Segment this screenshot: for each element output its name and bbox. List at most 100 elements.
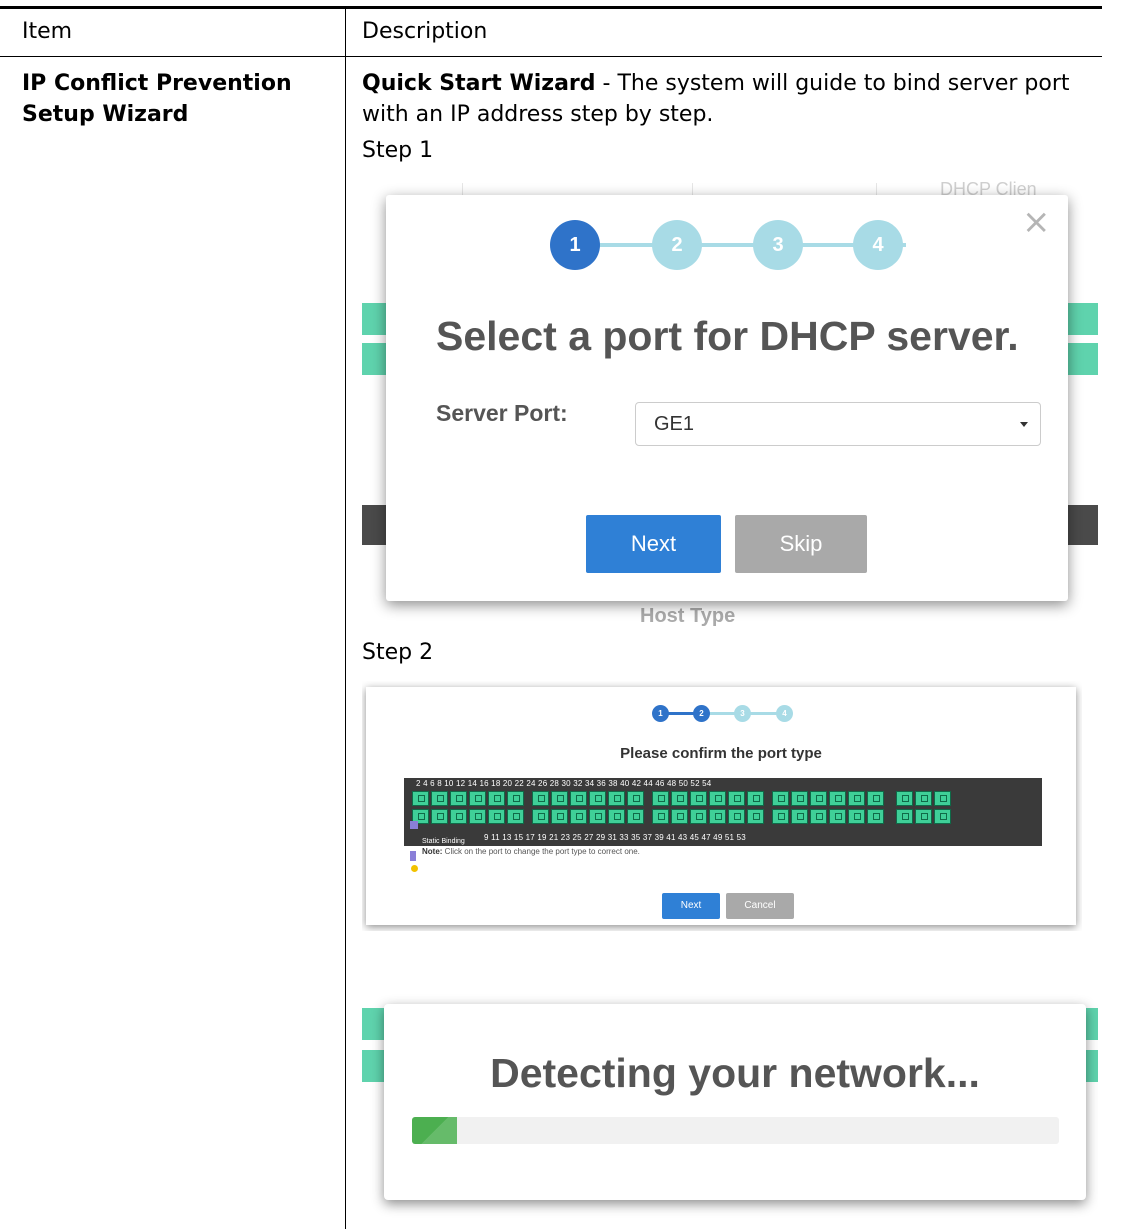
step-1-indicator: 1: [550, 220, 600, 270]
port[interactable]: [829, 791, 846, 806]
port[interactable]: [728, 791, 745, 806]
port[interactable]: [450, 809, 467, 824]
port-group: [412, 791, 528, 825]
port-group: [652, 791, 768, 825]
port[interactable]: [791, 791, 808, 806]
port[interactable]: [488, 791, 505, 806]
port[interactable]: [848, 809, 865, 824]
port[interactable]: [867, 809, 884, 824]
step-1-indicator: 1: [652, 705, 669, 722]
port[interactable]: [469, 791, 486, 806]
port[interactable]: [608, 809, 625, 824]
port[interactable]: [934, 809, 951, 824]
port[interactable]: [772, 791, 789, 806]
close-icon[interactable]: ×: [1022, 205, 1051, 239]
next-button[interactable]: Next: [586, 515, 721, 573]
legend-static-binding: Static Binding: [422, 838, 465, 845]
step1-label: Step 1: [362, 138, 434, 163]
step-4-indicator: 4: [776, 705, 793, 722]
detecting-screenshot: Detecting your network...: [362, 978, 1098, 1226]
port[interactable]: [747, 791, 764, 806]
port[interactable]: [791, 809, 808, 824]
port-group: [896, 791, 954, 825]
port[interactable]: [652, 809, 669, 824]
bg-port: [1068, 343, 1098, 375]
server-port-select[interactable]: GE1: [635, 402, 1041, 446]
port[interactable]: [690, 809, 707, 824]
port[interactable]: [690, 791, 707, 806]
port[interactable]: [915, 809, 932, 824]
server-port-value: GE1: [654, 413, 695, 435]
port[interactable]: [570, 791, 587, 806]
port[interactable]: [627, 791, 644, 806]
port[interactable]: [532, 791, 549, 806]
chevron-down-icon: [1020, 422, 1028, 427]
detecting-network-modal: Detecting your network...: [384, 1004, 1086, 1200]
port[interactable]: [867, 791, 884, 806]
step2-label: Step 2: [362, 640, 434, 665]
select-port-modal: × 1 2 3 4 Select a port for DHCP server.…: [386, 195, 1068, 601]
port[interactable]: [772, 809, 789, 824]
port[interactable]: [551, 791, 568, 806]
confirm-port-type-modal: 1 2 3 4 Please confirm the port type 2 4…: [366, 687, 1076, 925]
port[interactable]: [450, 791, 467, 806]
port[interactable]: [671, 791, 688, 806]
table-top-rule: [0, 6, 1102, 9]
bg-port: [1068, 303, 1098, 335]
port[interactable]: [709, 809, 726, 824]
legend-color-swatch: [410, 821, 418, 829]
port[interactable]: [507, 809, 524, 824]
port[interactable]: [671, 809, 688, 824]
cancel-button[interactable]: Cancel: [726, 893, 794, 919]
port-type-note: Note: Click on the port to change the po…: [422, 847, 640, 856]
step2-screenshot: 1 2 3 4 Please confirm the port type 2 4…: [362, 681, 1082, 931]
port[interactable]: [652, 791, 669, 806]
step1-screenshot: DHCP Clien Host Type × 1 2 3 4 Select a …: [362, 175, 1098, 631]
legend-color-swatch: [410, 851, 416, 861]
port[interactable]: [728, 809, 745, 824]
port[interactable]: [608, 791, 625, 806]
next-button[interactable]: Next: [662, 893, 720, 919]
bg-port: [362, 1050, 386, 1082]
table-header-rule: [0, 56, 1102, 57]
port-group: [532, 791, 648, 825]
port[interactable]: [589, 791, 606, 806]
port[interactable]: [896, 809, 913, 824]
port[interactable]: [848, 791, 865, 806]
bg-port: [362, 1008, 386, 1040]
bottom-port-numbers: 9 11 13 15 17 19 21 23 25 27 29 31 33 35…: [484, 833, 746, 842]
port[interactable]: [589, 809, 606, 824]
port[interactable]: [915, 791, 932, 806]
port[interactable]: [431, 791, 448, 806]
step-3-indicator: 3: [734, 705, 751, 722]
step-2-indicator: 2: [693, 705, 710, 722]
port[interactable]: [934, 791, 951, 806]
port[interactable]: [469, 809, 486, 824]
port[interactable]: [488, 809, 505, 824]
port[interactable]: [551, 809, 568, 824]
port[interactable]: [412, 791, 429, 806]
step-2-indicator: 2: [652, 220, 702, 270]
port[interactable]: [627, 809, 644, 824]
port[interactable]: [507, 791, 524, 806]
port[interactable]: [570, 809, 587, 824]
port[interactable]: [896, 791, 913, 806]
row-item-name: IP Conflict Prevention Setup Wizard: [22, 71, 292, 127]
top-port-numbers: 2 4 6 8 10 12 14 16 18 20 22 24 26 28 30…: [416, 779, 712, 788]
port[interactable]: [810, 809, 827, 824]
server-port-label: Server Port:: [436, 400, 568, 426]
note-text: Click on the port to change the port typ…: [442, 847, 640, 856]
modal-title: Please confirm the port type: [620, 745, 822, 762]
skip-button[interactable]: Skip: [735, 515, 867, 573]
modal-title: Select a port for DHCP server.: [436, 313, 1019, 359]
port[interactable]: [810, 791, 827, 806]
table-column-divider: [345, 8, 346, 1229]
port[interactable]: [747, 809, 764, 824]
step-3-indicator: 3: [753, 220, 803, 270]
port[interactable]: [431, 809, 448, 824]
port[interactable]: [709, 791, 726, 806]
step-4-indicator: 4: [853, 220, 903, 270]
note-label: Note:: [422, 847, 443, 856]
port[interactable]: [532, 809, 549, 824]
port[interactable]: [829, 809, 846, 824]
